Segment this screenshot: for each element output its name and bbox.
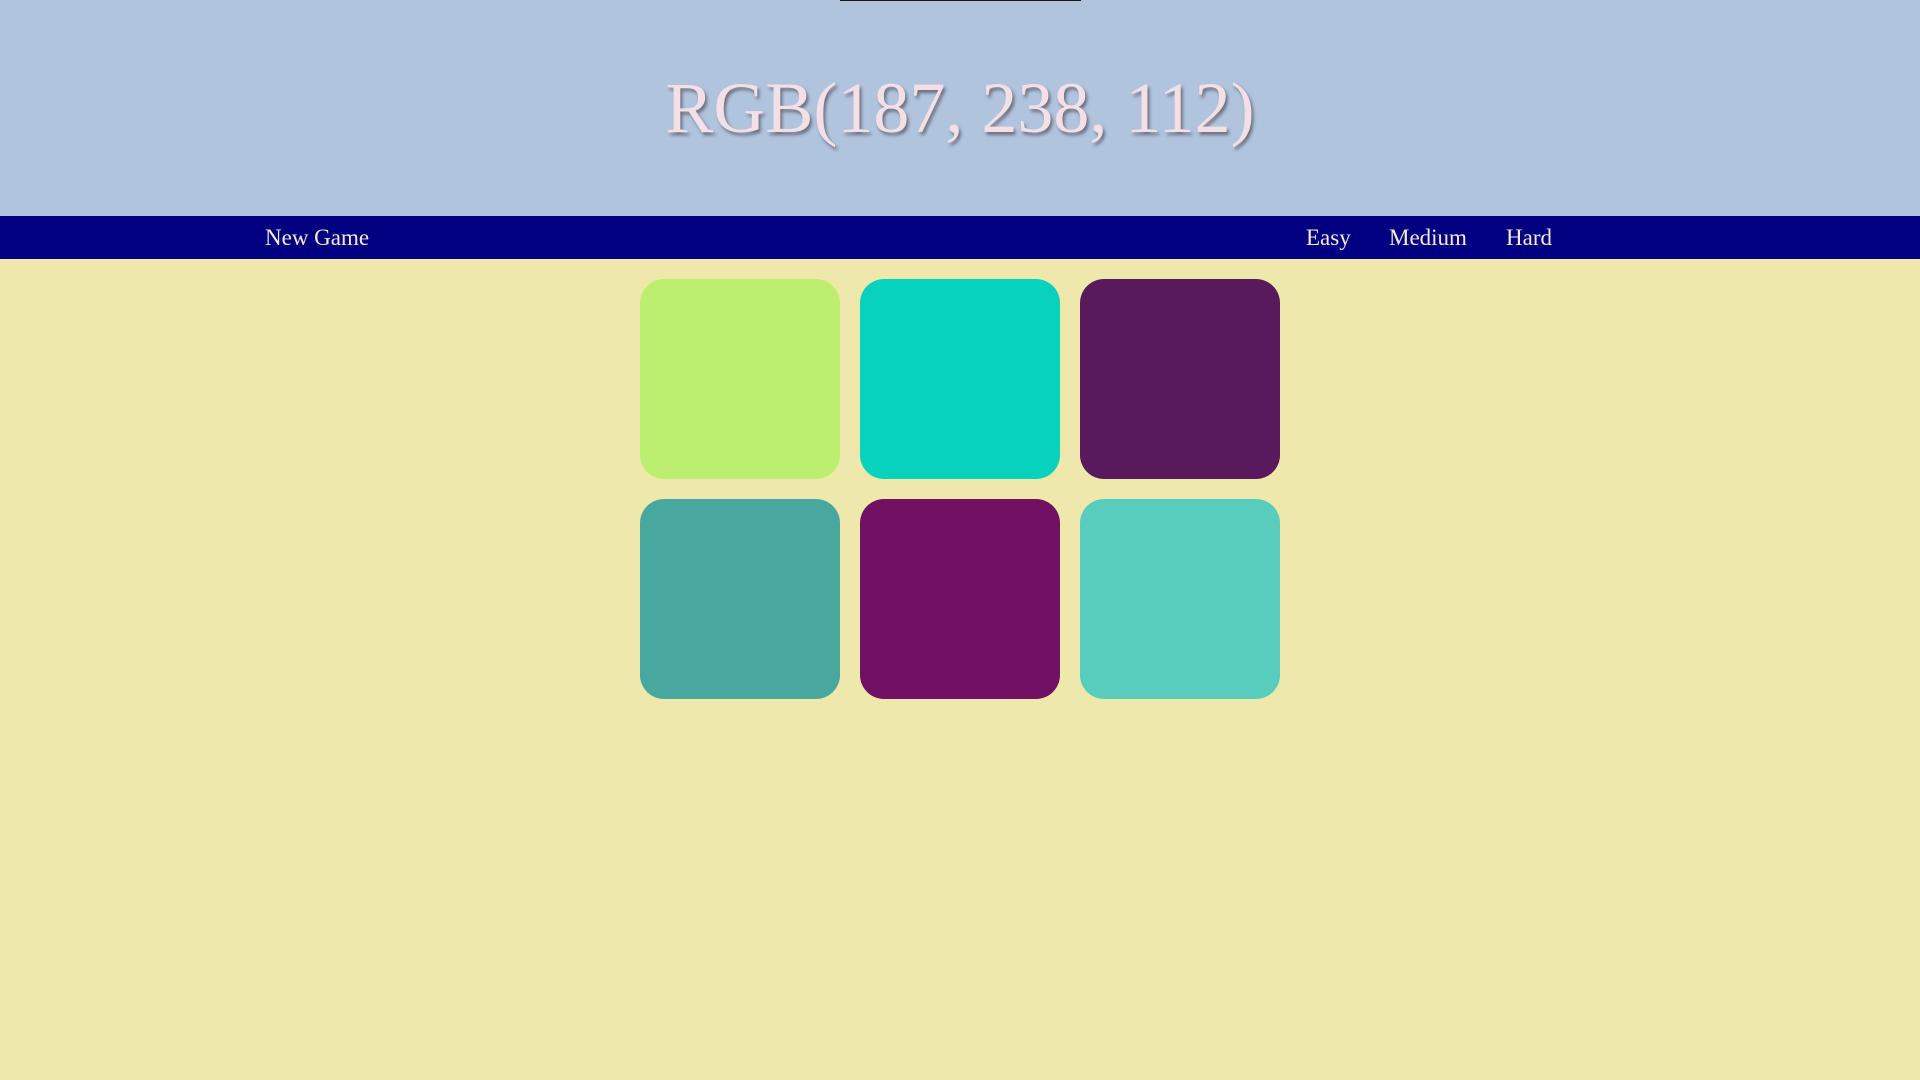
color-square[interactable] — [1080, 279, 1280, 479]
header: RGB(187, 238, 112) — [0, 0, 1920, 216]
color-square[interactable] — [860, 279, 1060, 479]
top-divider — [840, 0, 1081, 1]
difficulty-medium-button[interactable]: Medium — [1389, 216, 1467, 259]
color-square[interactable] — [640, 279, 840, 479]
navbar: New Game Easy Medium Hard — [0, 216, 1920, 259]
color-board — [640, 279, 1280, 699]
new-game-button[interactable]: New Game — [265, 216, 369, 259]
color-square[interactable] — [1080, 499, 1280, 699]
color-square[interactable] — [860, 499, 1060, 699]
difficulty-hard-button[interactable]: Hard — [1506, 216, 1552, 259]
color-square[interactable] — [640, 499, 840, 699]
difficulty-easy-button[interactable]: Easy — [1306, 216, 1351, 259]
target-color-title: RGB(187, 238, 112) — [665, 68, 1255, 148]
